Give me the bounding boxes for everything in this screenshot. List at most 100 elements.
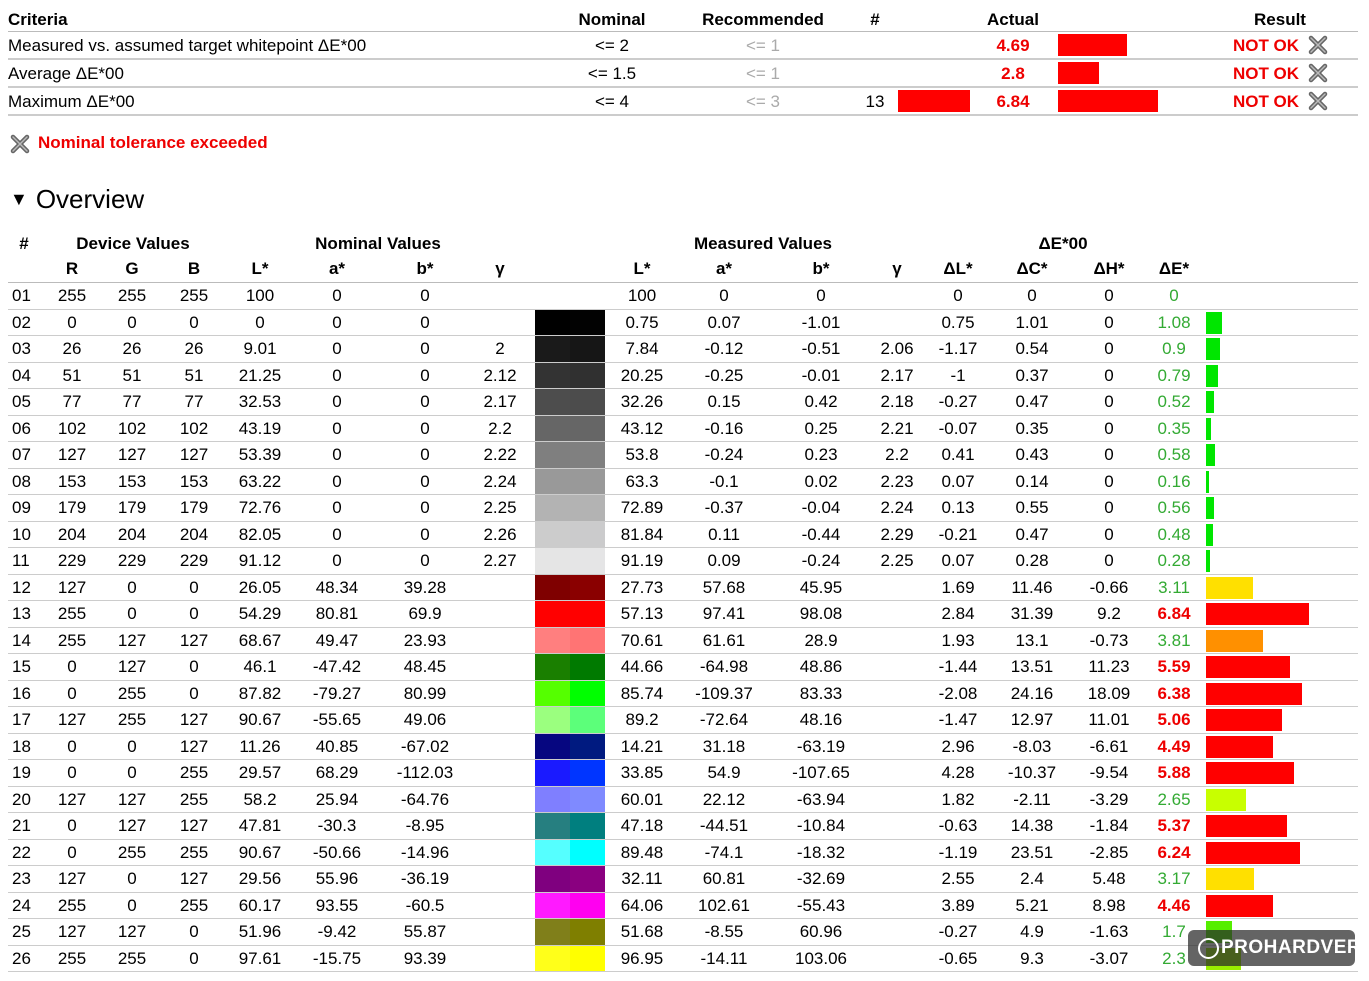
- cell-R: 0: [67, 683, 77, 703]
- cell-G: 26: [122, 339, 142, 358]
- cell-ma: 102.61: [698, 895, 750, 915]
- criteria-col-header: Criteria: [8, 10, 68, 29]
- criteria-recommended: <= 1: [745, 64, 781, 83]
- delta-e-header: ΔE*00: [1038, 234, 1088, 253]
- cell-g: 2.27: [483, 551, 517, 570]
- cell-n: 26: [12, 948, 31, 968]
- cell-G: 127: [117, 445, 147, 464]
- cell-G: 153: [117, 471, 147, 491]
- cell-L: 32.53: [238, 392, 282, 411]
- cell-mL: 33.85: [620, 763, 664, 782]
- cell-b: 39.28: [403, 577, 447, 597]
- cell-R: 179: [57, 498, 87, 517]
- cell-b: 49.06: [403, 710, 447, 729]
- cell-b: 0: [420, 312, 430, 332]
- cell-ma: -0.25: [704, 365, 744, 385]
- color-swatch: [535, 495, 605, 521]
- criteria-nominal: <= 2: [594, 36, 630, 55]
- cell-dC: 24.16: [1010, 683, 1054, 703]
- cell-dC: -8.03: [1012, 736, 1052, 756]
- cell-dL: -0.27: [938, 922, 978, 941]
- table-row: 05 77 77 77 32.53 0 0 2.17 32.26 0.15 0.42 2.18 -0.2…: [8, 389, 1358, 416]
- x-icon: [10, 134, 30, 154]
- cell-b: 55.87: [403, 922, 447, 941]
- delta-e-bar: [1206, 841, 1300, 864]
- overview-toggle[interactable]: ▼ Overview: [10, 184, 144, 215]
- cell-g: 2.22: [483, 445, 517, 464]
- cell-mb: -0.24: [801, 551, 841, 570]
- cell-b: 0: [420, 471, 430, 491]
- cell-mL: 0.75: [625, 312, 659, 332]
- cell-n: 01: [12, 286, 31, 305]
- cell-L: 21.25: [238, 365, 282, 385]
- cell-dH: -0.73: [1089, 630, 1129, 650]
- cell-mb: -10.84: [796, 816, 846, 835]
- cell-dH: -2.85: [1089, 842, 1129, 862]
- criteria-header: Criteria Nominal Recommended # Actual Re…: [8, 6, 1358, 32]
- collapse-triangle-icon: ▼: [10, 189, 28, 209]
- cell-mb: 98.08: [799, 604, 843, 623]
- cell-mL: 96.95: [620, 948, 664, 968]
- cell-n: 19: [12, 763, 31, 782]
- cell-dE: 5.88: [1157, 763, 1191, 782]
- criteria-num: 13: [865, 92, 885, 111]
- cell-dL: -0.27: [938, 392, 978, 411]
- cell-dH: -1.63: [1089, 922, 1129, 941]
- cell-G: 77: [122, 392, 142, 411]
- cell-L: 26.05: [238, 577, 282, 597]
- cell-B: 255: [179, 286, 209, 305]
- cell-mL: 100: [627, 286, 657, 305]
- cell-dE: 5.37: [1157, 816, 1191, 835]
- cell-dH: -1.84: [1089, 816, 1129, 835]
- fail-x-icon: [1308, 63, 1328, 83]
- cell-dL: -1.47: [938, 710, 978, 729]
- color-swatch: [535, 945, 605, 971]
- cell-dH: 0: [1104, 524, 1114, 544]
- table-row: 01 255 255 255 100 0 0 100 0 0 0 0 0 0: [8, 283, 1358, 310]
- measured-swatch: [570, 415, 605, 441]
- cell-L: 91.12: [238, 551, 282, 570]
- cell-G: 127: [117, 657, 147, 676]
- color-swatch: [535, 654, 605, 680]
- cell-a: -30.3: [317, 816, 357, 835]
- cell-mb: 83.33: [799, 683, 843, 703]
- cell-mL: 51.68: [620, 922, 664, 941]
- cell-dL: 2.55: [941, 869, 975, 888]
- actual-bar: [1058, 90, 1158, 112]
- cell-ma: -14.11: [700, 948, 748, 968]
- cell-dL: -0.21: [938, 524, 978, 544]
- group-header-row: # Device Values Nominal Values Measured …: [8, 230, 1358, 255]
- color-swatch: [535, 336, 605, 362]
- cell-L: 72.76: [238, 498, 282, 517]
- cell-L: 51.96: [238, 922, 282, 941]
- color-swatch: [535, 786, 605, 812]
- delta-e-bar: [1206, 815, 1287, 837]
- cell-mL: 14.21: [620, 736, 664, 756]
- criteria-recommended: <= 3: [745, 92, 781, 111]
- color-swatch: [535, 548, 605, 574]
- cell-a: 48.34: [315, 577, 359, 597]
- cell-ma: 57.68: [702, 577, 746, 597]
- cell-mb: 45.95: [799, 577, 843, 597]
- cell-n: 03: [12, 339, 31, 358]
- cell-mg: 2.25: [880, 551, 914, 570]
- cell-R: 127: [57, 445, 87, 464]
- table-row: 02 0 0 0 0 0 0 0.75 0.07 -1.01 0.75 1.01 0 1.08: [8, 309, 1358, 336]
- delta-e-bar: [1206, 391, 1214, 413]
- cell-dL: 4.28: [941, 763, 975, 782]
- cell-a: 80.81: [315, 604, 359, 623]
- nominal-swatch: [535, 945, 570, 971]
- cell-G: 0: [127, 312, 137, 332]
- cell-G: 204: [117, 524, 147, 544]
- cell-dC: -2.11: [1013, 789, 1051, 809]
- nominal-swatch: [535, 760, 570, 786]
- overview-title: Overview: [35, 184, 145, 214]
- delta-e-bar: [1206, 470, 1209, 493]
- cell-R: 127: [57, 577, 87, 597]
- cell-g: 2.26: [483, 524, 517, 544]
- cell-dE: 3.17: [1157, 869, 1191, 888]
- cell-a: 0: [332, 365, 342, 385]
- color-swatch: [535, 309, 605, 335]
- cell-dC: 0: [1027, 286, 1037, 305]
- measured-swatch: [570, 574, 605, 600]
